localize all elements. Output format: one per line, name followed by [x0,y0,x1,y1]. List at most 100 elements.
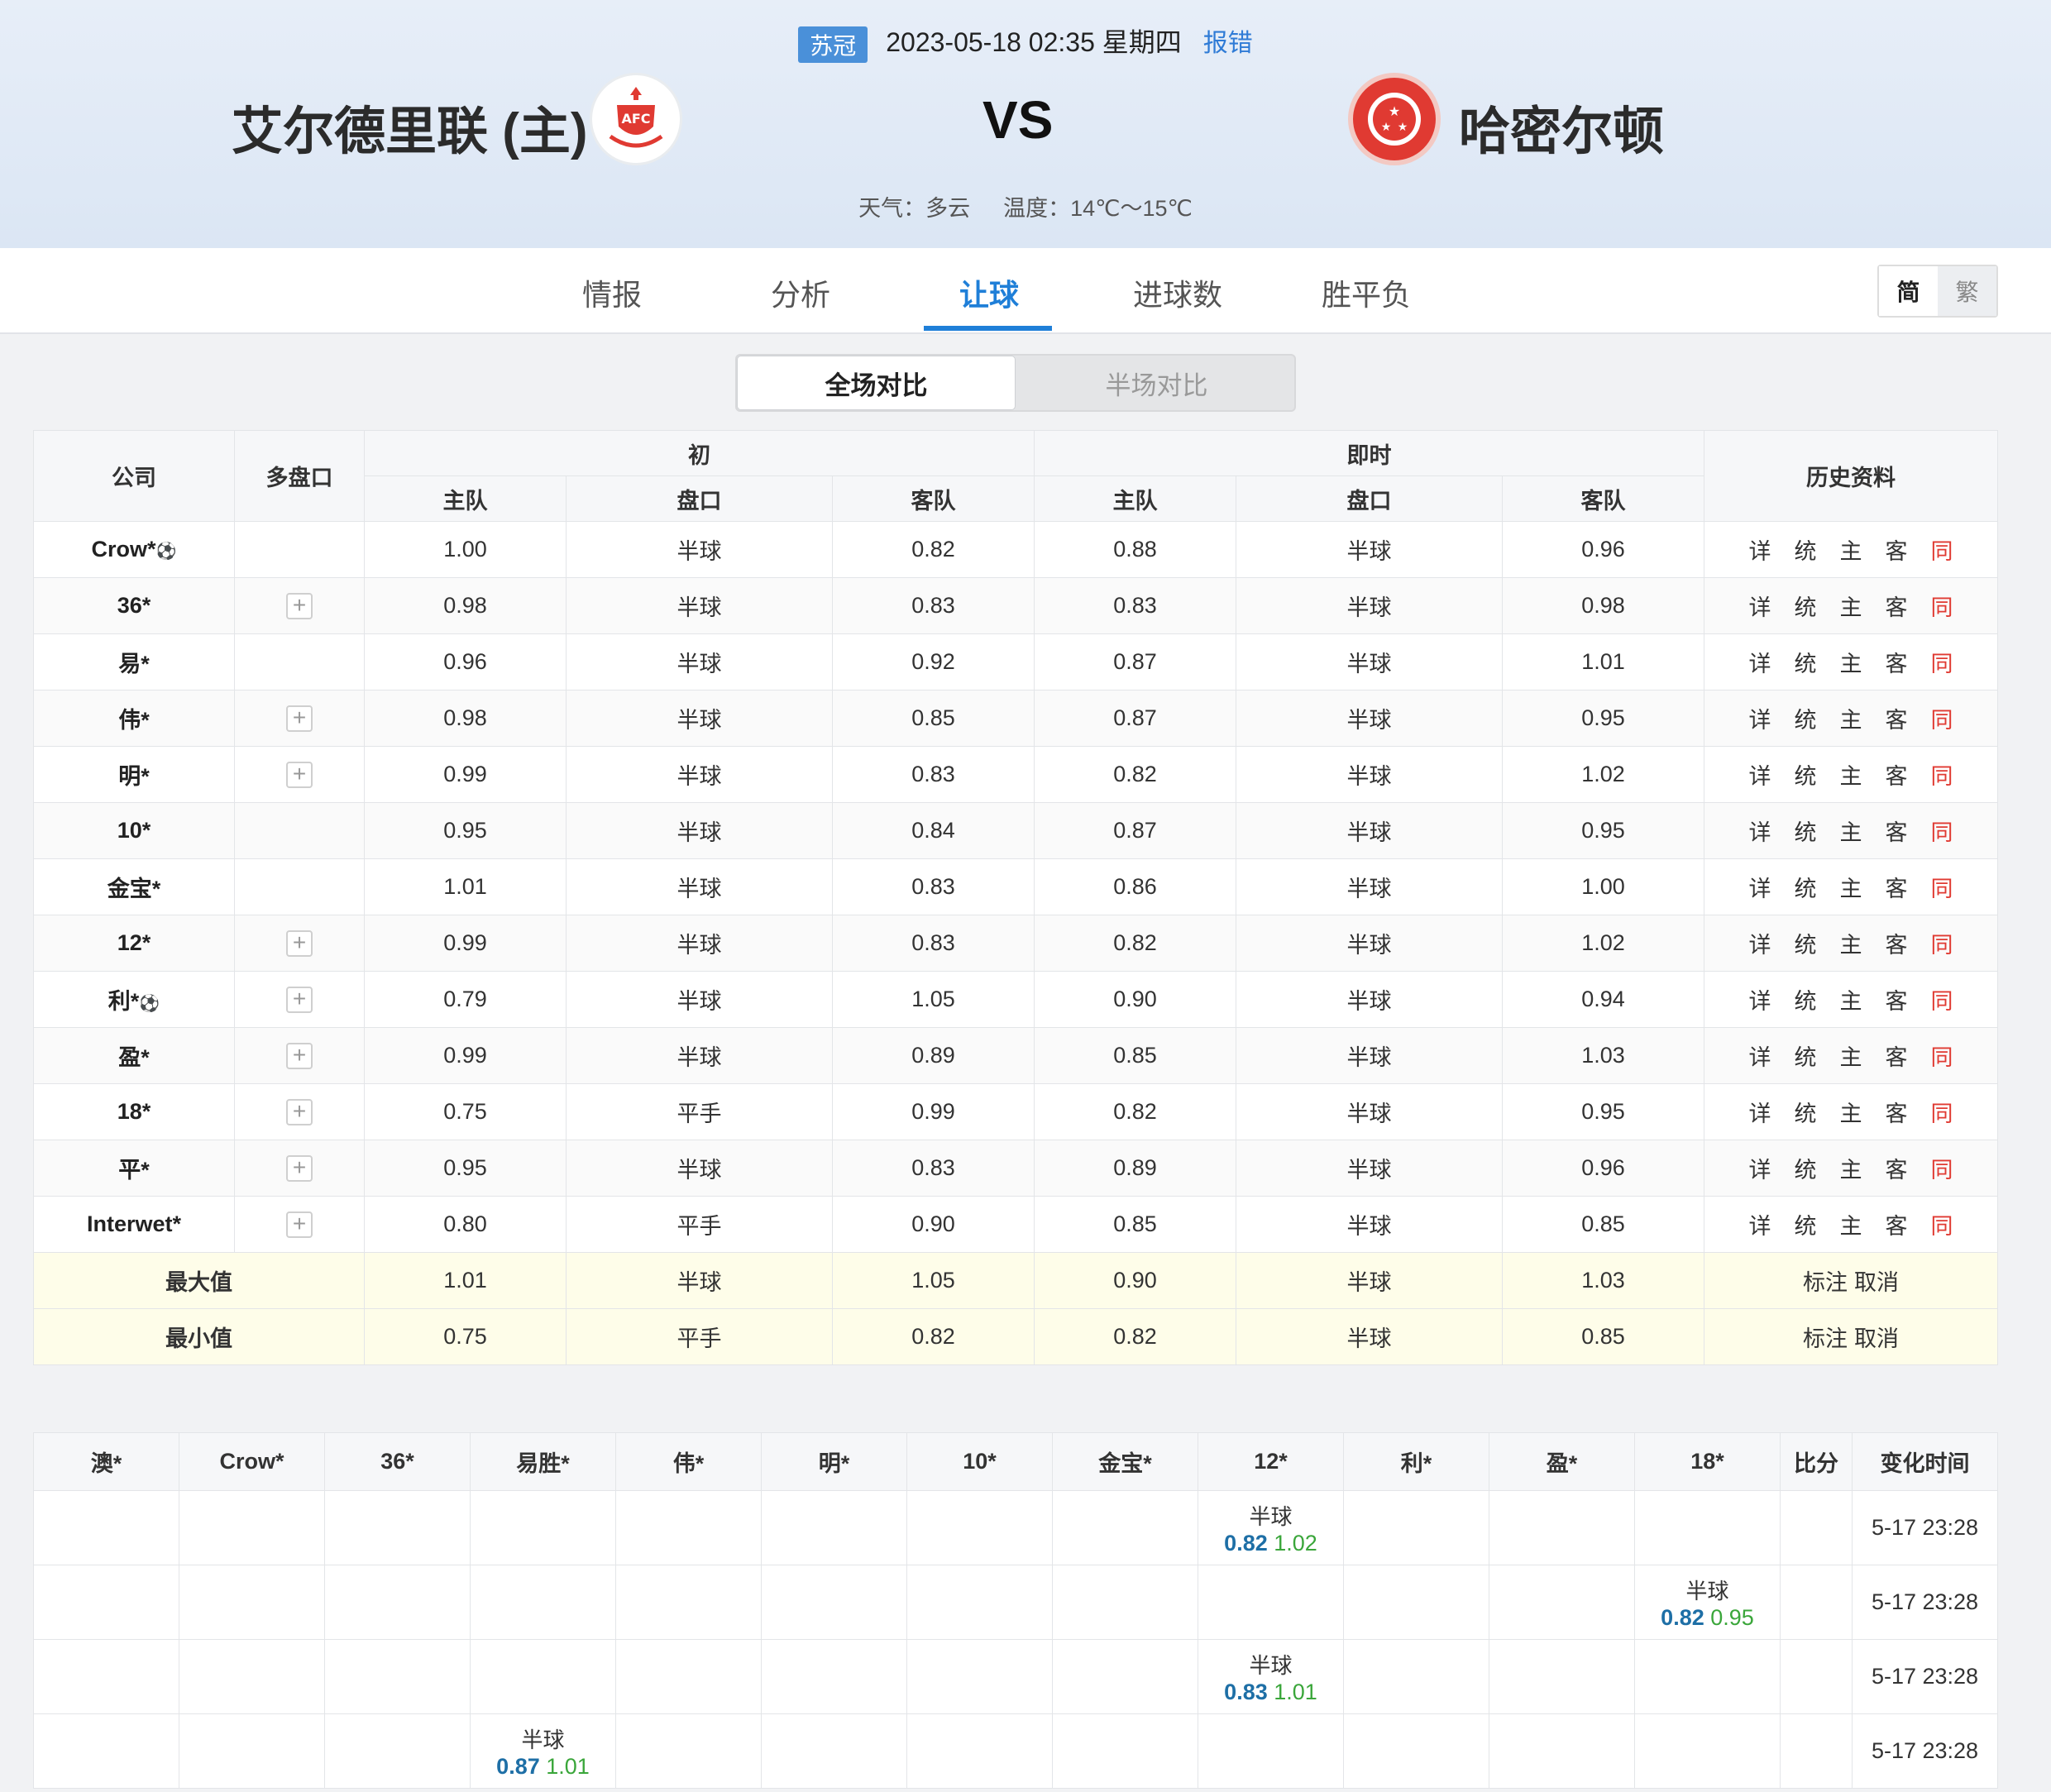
history-away-link[interactable]: 客 [1886,1039,1908,1072]
tab-analysis[interactable]: 分析 [771,271,830,314]
odds-cell-l-home[interactable]: 0.88 [1034,521,1237,578]
odds-cell-i-away[interactable]: 0.90 [831,1196,1035,1253]
odds-cell-i-home[interactable]: 0.98 [364,577,567,634]
odds-cell-l-away[interactable]: 0.95 [1502,802,1705,859]
odds-cell-i-away[interactable]: 0.99 [831,1083,1035,1140]
odds-cell-l-home[interactable]: 0.82 [1034,746,1237,803]
odds-cell-i-away[interactable]: 0.89 [831,1027,1035,1084]
history-stats-link[interactable]: 统 [1795,927,1817,959]
odds-cell-i-home[interactable]: 1.01 [364,858,567,915]
history-stats-link[interactable]: 统 [1795,815,1817,847]
history-same-link[interactable]: 同 [1931,983,1953,1015]
odds-cell-i-line[interactable]: 平手 [566,1196,833,1253]
home-team-name[interactable]: 艾尔德里联 (主) [232,89,588,164]
odds-cell-l-home[interactable]: 0.82 [1034,1083,1237,1140]
company-name[interactable]: 易* [118,652,150,676]
odds-cell-i-home[interactable]: 0.95 [364,1140,567,1197]
odds-cell-l-away[interactable]: 1.02 [1502,915,1705,972]
history-away-link[interactable]: 客 [1886,646,1908,678]
history-away-link[interactable]: 客 [1886,702,1908,734]
odds-cell-i-line[interactable]: 半球 [566,577,833,634]
history-stats-link[interactable]: 统 [1795,533,1817,566]
history-home-link[interactable]: 主 [1840,1096,1862,1128]
odds-cell-i-home[interactable]: 0.96 [364,633,567,691]
odds-cell-l-line[interactable]: 半球 [1236,577,1504,634]
expand-plus-icon[interactable]: + [286,1042,313,1069]
odds-cell-l-line[interactable]: 半球 [1236,1140,1504,1197]
odds-cell-l-away[interactable]: 1.03 [1502,1027,1705,1084]
odds-cell-i-line[interactable]: 半球 [566,690,833,747]
odds-cell-l-line[interactable]: 半球 [1236,971,1504,1028]
history-stats-link[interactable]: 统 [1795,1152,1817,1184]
history-same-link[interactable]: 同 [1931,1039,1953,1072]
history-detail-link[interactable]: 详 [1749,758,1771,791]
odds-cell-l-home[interactable]: 0.87 [1034,633,1237,691]
company-name[interactable]: 利* [108,989,140,1014]
history-detail-link[interactable]: 详 [1749,1096,1771,1128]
odds-cell-i-away[interactable]: 0.83 [831,858,1035,915]
cancel-link[interactable]: 取消 [1854,1270,1899,1295]
odds-cell-i-home[interactable]: 0.98 [364,690,567,747]
history-home-link[interactable]: 主 [1840,702,1862,734]
odds-cell-l-line[interactable]: 半球 [1236,521,1504,578]
history-home-link[interactable]: 主 [1840,871,1862,903]
history-stats-link[interactable]: 统 [1795,758,1817,791]
history-stats-link[interactable]: 统 [1795,1096,1817,1128]
odds-cell-l-line[interactable]: 半球 [1236,1196,1504,1253]
history-stats-link[interactable]: 统 [1795,1039,1817,1072]
report-error-link[interactable]: 报错 [1203,30,1253,57]
expand-plus-icon[interactable]: + [286,929,313,957]
history-away-link[interactable]: 客 [1886,758,1908,791]
odds-cell-l-home[interactable]: 0.83 [1034,577,1237,634]
history-stats-link[interactable]: 统 [1795,590,1817,622]
traditional-chinese-button[interactable]: 繁 [1938,266,1996,316]
odds-cell-i-away[interactable]: 0.85 [831,690,1035,747]
odds-cell-l-line[interactable]: 半球 [1236,915,1504,972]
away-team-crest-icon[interactable]: ★ ★ ★ [1348,73,1441,165]
history-detail-link[interactable]: 详 [1749,1039,1771,1072]
history-away-link[interactable]: 客 [1886,983,1908,1015]
tab-goals[interactable]: 进球数 [1133,271,1222,314]
odds-cell-i-line[interactable]: 半球 [566,971,833,1028]
odds-cell-l-line[interactable]: 半球 [1236,746,1504,803]
odds-cell-i-away[interactable]: 0.83 [831,577,1035,634]
history-detail-link[interactable]: 详 [1749,871,1771,903]
history-home-link[interactable]: 主 [1840,815,1862,847]
company-name[interactable]: 伟* [118,708,150,733]
odds-cell-l-home[interactable]: 0.85 [1034,1196,1237,1253]
history-detail-link[interactable]: 详 [1749,983,1771,1015]
odds-cell-l-away[interactable]: 0.94 [1502,971,1705,1028]
history-home-link[interactable]: 主 [1840,1208,1862,1240]
odds-cell-i-home[interactable]: 0.79 [364,971,567,1028]
history-same-link[interactable]: 同 [1931,590,1953,622]
history-same-link[interactable]: 同 [1931,1208,1953,1240]
mark-link[interactable]: 标注 [1803,1326,1848,1351]
odds-cell-l-away[interactable]: 0.98 [1502,577,1705,634]
history-same-link[interactable]: 同 [1931,1152,1953,1184]
cancel-link[interactable]: 取消 [1854,1326,1899,1351]
odds-cell-l-away[interactable]: 1.01 [1502,633,1705,691]
odds-cell-l-line[interactable]: 半球 [1236,802,1504,859]
expand-plus-icon[interactable]: + [286,592,313,619]
company-name[interactable]: 18* [117,1099,151,1124]
company-name[interactable]: 明* [118,764,150,789]
odds-cell-l-away[interactable]: 0.96 [1502,1140,1705,1197]
odds-cell-i-line[interactable]: 半球 [566,802,833,859]
history-away-link[interactable]: 客 [1886,533,1908,566]
history-same-link[interactable]: 同 [1931,646,1953,678]
odds-cell-i-away[interactable]: 1.05 [831,971,1035,1028]
odds-cell-l-line[interactable]: 半球 [1236,633,1504,691]
history-stats-link[interactable]: 统 [1795,871,1817,903]
odds-cell-i-line[interactable]: 半球 [566,858,833,915]
history-home-link[interactable]: 主 [1840,983,1862,1015]
history-same-link[interactable]: 同 [1931,927,1953,959]
odds-cell-i-line[interactable]: 半球 [566,746,833,803]
history-home-link[interactable]: 主 [1840,590,1862,622]
history-away-link[interactable]: 客 [1886,871,1908,903]
company-name[interactable]: 盈* [118,1045,150,1070]
history-detail-link[interactable]: 详 [1749,533,1771,566]
history-same-link[interactable]: 同 [1931,815,1953,847]
history-detail-link[interactable]: 详 [1749,1152,1771,1184]
odds-cell-i-line[interactable]: 半球 [566,1027,833,1084]
odds-cell-l-home[interactable]: 0.82 [1034,915,1237,972]
